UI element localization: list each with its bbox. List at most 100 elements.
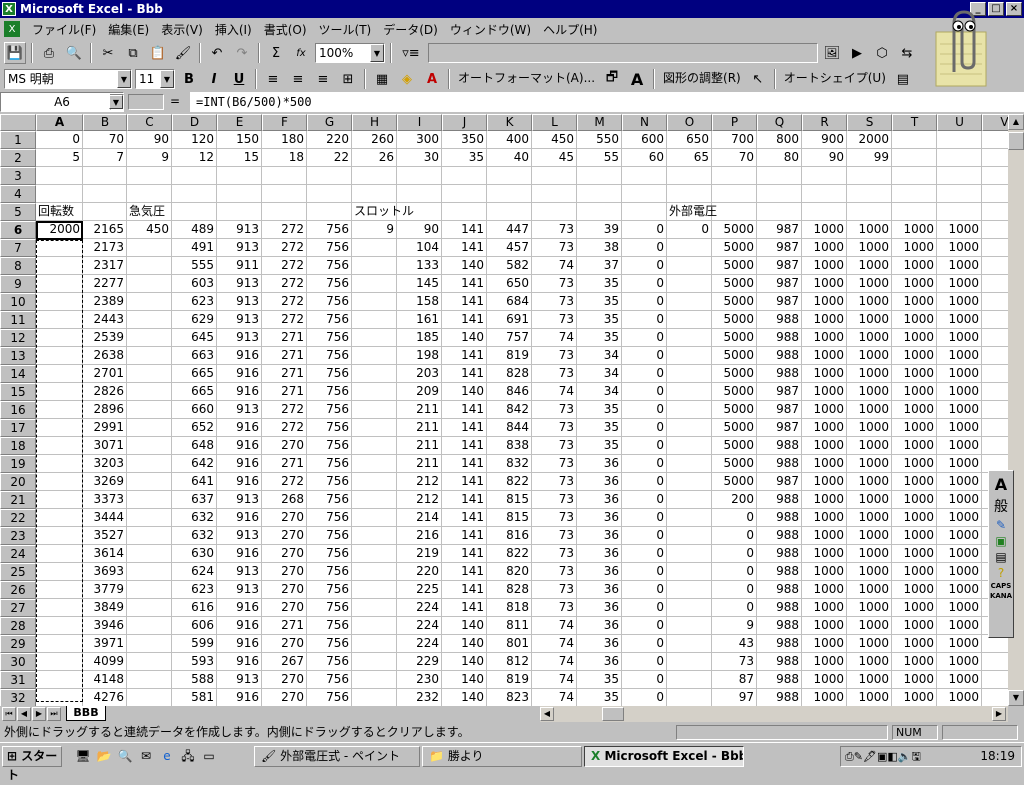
row-header[interactable]: 32: [0, 689, 36, 706]
cell-s32[interactable]: 1000: [847, 689, 892, 706]
cell-g9[interactable]: 756: [307, 275, 352, 293]
save-icon[interactable]: 💾: [4, 42, 26, 64]
cell-r25[interactable]: 1000: [802, 563, 847, 581]
cell-k3[interactable]: [487, 167, 532, 185]
align-left-icon[interactable]: ≡: [262, 68, 284, 90]
cell-v3[interactable]: [982, 167, 1008, 185]
cell-g29[interactable]: 756: [307, 635, 352, 653]
cell-v1[interactable]: [982, 131, 1008, 149]
cell-t14[interactable]: 1000: [892, 365, 937, 383]
column-header-s[interactable]: S: [847, 114, 892, 131]
cell-r7[interactable]: 1000: [802, 239, 847, 257]
row-header[interactable]: 29: [0, 635, 36, 653]
cell-l17[interactable]: 73: [532, 419, 577, 437]
cell-q7[interactable]: 987: [757, 239, 802, 257]
cell-k6[interactable]: 447: [487, 221, 532, 239]
cell-k15[interactable]: 846: [487, 383, 532, 401]
cell-l32[interactable]: 74: [532, 689, 577, 706]
cell-b2[interactable]: 7: [83, 149, 127, 167]
cell-o26[interactable]: [667, 581, 712, 599]
cell-d26[interactable]: 623: [172, 581, 217, 599]
cell-i21[interactable]: 212: [397, 491, 442, 509]
cell-r16[interactable]: 1000: [802, 401, 847, 419]
menu-file[interactable]: ファイル(F): [32, 21, 96, 38]
cell-q10[interactable]: 987: [757, 293, 802, 311]
cell-p29[interactable]: 43: [712, 635, 757, 653]
office-assistant-clippy[interactable]: [930, 2, 994, 88]
column-header-t[interactable]: T: [892, 114, 937, 131]
row-header[interactable]: 21: [0, 491, 36, 509]
cell-s16[interactable]: 1000: [847, 401, 892, 419]
cell-b29[interactable]: 3971: [83, 635, 127, 653]
row-header[interactable]: 2: [0, 149, 36, 167]
cell-p21[interactable]: 200: [712, 491, 757, 509]
cell-b23[interactable]: 3527: [83, 527, 127, 545]
column-header-h[interactable]: H: [352, 114, 397, 131]
cell-d12[interactable]: 645: [172, 329, 217, 347]
cell-g17[interactable]: 756: [307, 419, 352, 437]
cell-t32[interactable]: 1000: [892, 689, 937, 706]
cell-e20[interactable]: 916: [217, 473, 262, 491]
cell-h25[interactable]: [352, 563, 397, 581]
cell-j32[interactable]: 140: [442, 689, 487, 706]
cell-j14[interactable]: 141: [442, 365, 487, 383]
cell-j28[interactable]: 140: [442, 617, 487, 635]
cell-d4[interactable]: [172, 185, 217, 203]
cell-d31[interactable]: 588: [172, 671, 217, 689]
cell-l18[interactable]: 73: [532, 437, 577, 455]
cell-v32[interactable]: 9: [982, 689, 1008, 706]
cell-t11[interactable]: 1000: [892, 311, 937, 329]
cell-i12[interactable]: 185: [397, 329, 442, 347]
row-header[interactable]: 22: [0, 509, 36, 527]
cell-p12[interactable]: 5000: [712, 329, 757, 347]
row-header[interactable]: 4: [0, 185, 36, 203]
cell-g21[interactable]: 756: [307, 491, 352, 509]
cell-e22[interactable]: 916: [217, 509, 262, 527]
cell-l30[interactable]: 74: [532, 653, 577, 671]
menu-view[interactable]: 表示(V): [161, 21, 203, 38]
cell-h29[interactable]: [352, 635, 397, 653]
menu-tools[interactable]: ツール(T): [319, 21, 372, 38]
cell-b11[interactable]: 2443: [83, 311, 127, 329]
cell-d8[interactable]: 555: [172, 257, 217, 275]
cell-b9[interactable]: 2277: [83, 275, 127, 293]
cell-j20[interactable]: 141: [442, 473, 487, 491]
cell-p11[interactable]: 5000: [712, 311, 757, 329]
cell-m2[interactable]: 55: [577, 149, 622, 167]
cell-f11[interactable]: 272: [262, 311, 307, 329]
cell-c11[interactable]: [127, 311, 172, 329]
cell-f30[interactable]: 267: [262, 653, 307, 671]
cell-j22[interactable]: 141: [442, 509, 487, 527]
cell-r31[interactable]: 1000: [802, 671, 847, 689]
cell-o22[interactable]: [667, 509, 712, 527]
start-button[interactable]: ⊞ スタート: [2, 746, 62, 782]
menu-format[interactable]: 書式(O): [264, 21, 307, 38]
cell-l28[interactable]: 74: [532, 617, 577, 635]
cell-u4[interactable]: [937, 185, 982, 203]
cell-i29[interactable]: 224: [397, 635, 442, 653]
cell-b20[interactable]: 3269: [83, 473, 127, 491]
cell-i30[interactable]: 229: [397, 653, 442, 671]
cell-c15[interactable]: [127, 383, 172, 401]
cell-k32[interactable]: 823: [487, 689, 532, 706]
cell-q26[interactable]: 988: [757, 581, 802, 599]
cell-n30[interactable]: 0: [622, 653, 667, 671]
cell-g22[interactable]: 756: [307, 509, 352, 527]
cell-m28[interactable]: 36: [577, 617, 622, 635]
cell-h19[interactable]: [352, 455, 397, 473]
cell-d24[interactable]: 630: [172, 545, 217, 563]
cell-n4[interactable]: [622, 185, 667, 203]
cell-s1[interactable]: 2000: [847, 131, 892, 149]
cell-f7[interactable]: 272: [262, 239, 307, 257]
cell-g11[interactable]: 756: [307, 311, 352, 329]
cell-s11[interactable]: 1000: [847, 311, 892, 329]
row-header[interactable]: 18: [0, 437, 36, 455]
cell-p22[interactable]: 0: [712, 509, 757, 527]
cell-s3[interactable]: [847, 167, 892, 185]
cell-p4[interactable]: [712, 185, 757, 203]
cell-d15[interactable]: 665: [172, 383, 217, 401]
cell-o32[interactable]: [667, 689, 712, 706]
cell-a2[interactable]: 5: [36, 149, 83, 167]
cell-b27[interactable]: 3849: [83, 599, 127, 617]
select-objects-icon[interactable]: ↖: [747, 68, 769, 90]
